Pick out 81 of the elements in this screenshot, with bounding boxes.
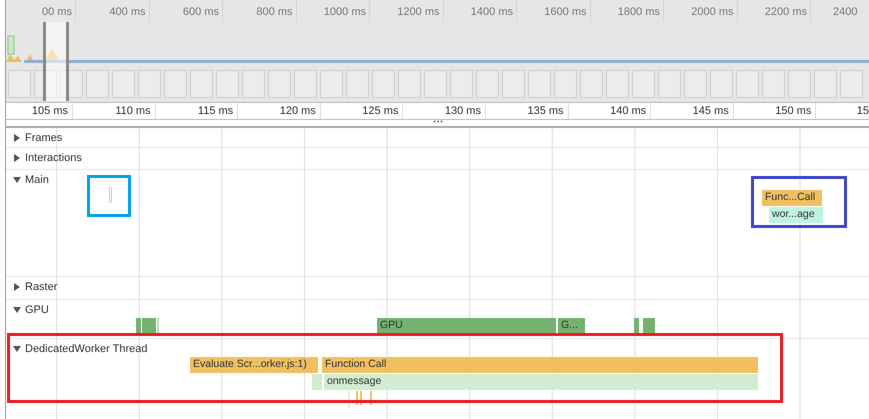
time-label: 135 ms xyxy=(486,103,569,119)
filmstrip-frame xyxy=(554,70,577,98)
timeline-event[interactable]: Evaluate Scr...orker.js:1) xyxy=(190,357,318,373)
timeline-event[interactable]: G... xyxy=(558,318,585,334)
time-label: 150 ms xyxy=(734,103,816,119)
filmstrip-frame xyxy=(502,70,525,98)
overview-tick-label: 1000 ms xyxy=(296,0,370,22)
gpu-slices-drawing xyxy=(634,318,658,334)
filmstrip-frame xyxy=(762,70,785,98)
time-label: 130 ms xyxy=(403,103,486,119)
track-header[interactable]: GPU xyxy=(13,304,49,316)
filmstrip-frame xyxy=(294,70,317,98)
filmstrip-frame xyxy=(242,70,265,98)
filmstrip-frame xyxy=(814,70,837,98)
time-label: 125 ms xyxy=(320,103,404,119)
track-header[interactable]: Main xyxy=(13,174,49,186)
time-label: 15 xyxy=(856,104,869,119)
filmstrip-frame xyxy=(112,70,135,98)
collapse-triangle-icon xyxy=(13,345,21,353)
filmstrip-frame xyxy=(580,70,603,98)
timeline-event[interactable]: wor...age xyxy=(769,207,823,223)
task-marks-drawing xyxy=(109,187,113,203)
overview-tick-label: 600 ms xyxy=(150,0,223,22)
filmstrip-frame xyxy=(736,70,759,98)
filmstrip-frame xyxy=(528,70,551,98)
filmstrip-frame xyxy=(450,70,473,98)
overview-tick-label: 1400 ms xyxy=(444,0,517,22)
filmstrip-frame xyxy=(8,70,31,98)
filmstrip-frame xyxy=(788,70,811,98)
time-label: 105 ms xyxy=(6,103,73,119)
overview-tick-label: 1200 ms xyxy=(370,0,444,22)
fps-bar xyxy=(8,36,14,54)
time-label: 120 ms xyxy=(238,103,321,119)
overview-tick-label: 400 ms xyxy=(76,0,150,22)
filmstrip-frame xyxy=(320,70,343,98)
filmstrip-frame xyxy=(840,70,863,98)
overview-tick-label: 2400 xyxy=(832,5,858,20)
filmstrip-frame xyxy=(268,70,291,98)
track-header[interactable]: Interactions xyxy=(13,152,82,164)
filmstrip-frame xyxy=(86,70,109,98)
timeline-event[interactable]: Function Call xyxy=(322,357,758,373)
overview-tick-label: 1800 ms xyxy=(590,0,664,22)
filmstrip-frame xyxy=(164,70,187,98)
collapse-triangle-icon xyxy=(13,306,21,314)
resize-grip-icon[interactable] xyxy=(432,120,442,123)
expand-triangle-icon xyxy=(13,154,21,162)
filmstrip-frame xyxy=(60,70,83,98)
timeline-event[interactable]: GPU xyxy=(377,318,556,334)
track-header[interactable]: DedicatedWorker Thread xyxy=(13,343,148,355)
gpu-slices-drawing xyxy=(136,318,160,334)
overview-tick-label: 1600 ms xyxy=(517,0,590,22)
filmstrip-frame xyxy=(632,70,655,98)
overview-tick-label: 2200 ms xyxy=(738,0,811,22)
filmstrip-frame xyxy=(34,70,57,98)
collapse-triangle-icon xyxy=(13,176,21,184)
expand-triangle-icon xyxy=(13,283,21,291)
filmstrip-frame xyxy=(190,70,213,98)
filmstrip-frame xyxy=(346,70,369,98)
track-header[interactable]: Frames xyxy=(13,132,62,144)
filmstrip-frame xyxy=(476,70,499,98)
overview-tick-label: 00 ms xyxy=(6,0,76,22)
time-label: 145 ms xyxy=(651,103,734,119)
track-header[interactable]: Raster xyxy=(13,281,58,293)
filmstrip-frame xyxy=(138,70,161,98)
filmstrip-frame xyxy=(710,70,733,98)
selection-window[interactable] xyxy=(43,22,69,101)
filmstrip-frame xyxy=(398,70,421,98)
filmstrip-frame xyxy=(606,70,629,98)
timeline-event[interactable]: onmessage xyxy=(324,374,758,390)
filmstrip-frame xyxy=(216,70,239,98)
time-label: 110 ms xyxy=(73,103,156,119)
overview-tick-label: 800 ms xyxy=(223,0,296,22)
filmstrip-frame xyxy=(658,70,681,98)
filmstrip-frame xyxy=(684,70,707,98)
filmstrip-frame xyxy=(372,70,395,98)
overview-tick-label: 2000 ms xyxy=(664,0,738,22)
time-label: 140 ms xyxy=(568,103,652,119)
time-label: 115 ms xyxy=(156,103,238,119)
expand-triangle-icon xyxy=(13,134,21,142)
filmstrip-frame xyxy=(424,70,447,98)
timeline-event[interactable]: Func...Call xyxy=(762,190,822,206)
